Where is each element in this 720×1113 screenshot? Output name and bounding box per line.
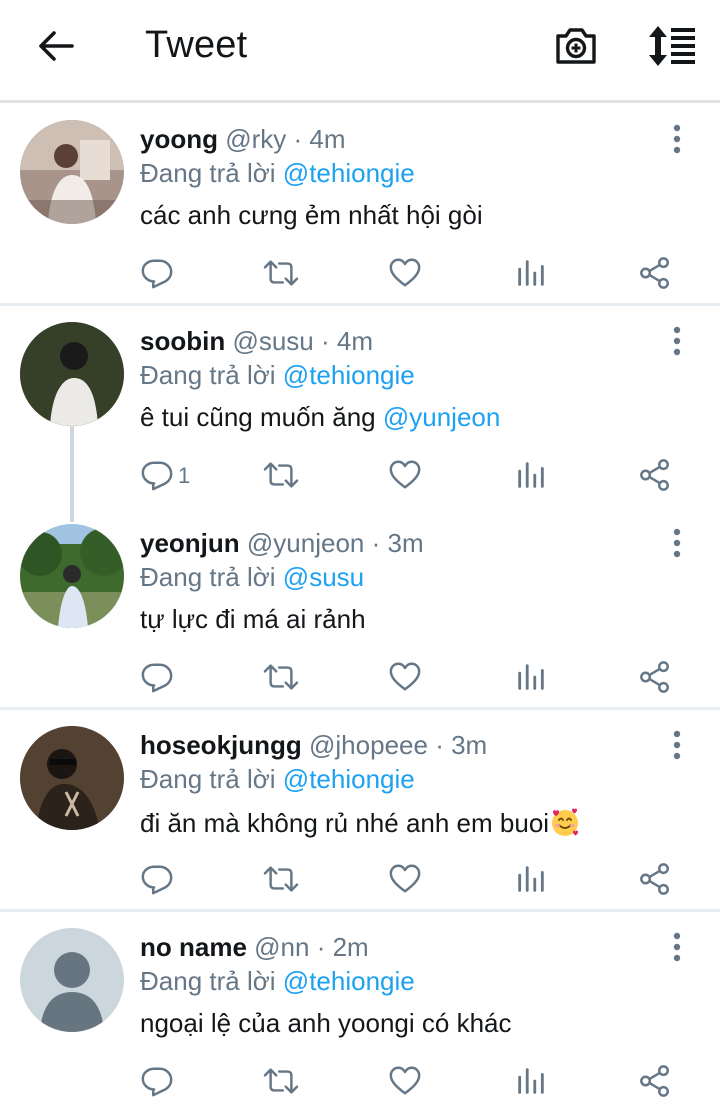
user-handle: @susu xyxy=(232,326,314,356)
display-name[interactable]: hoseokjungg xyxy=(140,730,302,760)
smiling-face-with-hearts-icon xyxy=(552,808,579,836)
share-icon xyxy=(638,1064,672,1098)
tweet-actions xyxy=(0,1060,720,1104)
avatar[interactable] xyxy=(20,524,124,628)
tweet-actions xyxy=(0,656,720,700)
reply-prefix: Đang trả lời xyxy=(140,360,276,390)
user-handle: @nn xyxy=(254,932,310,962)
bar-chart-icon xyxy=(514,458,548,492)
more-options-icon[interactable] xyxy=(666,730,688,760)
reply-icon xyxy=(140,862,174,896)
tweet-item[interactable]: hoseokjungg @jhopeee · 3m Đang trả lời @… xyxy=(0,708,720,910)
tweet-item[interactable]: yeonjun @yunjeon · 3m Đang trả lời @susu… xyxy=(0,506,720,708)
tweet-actions xyxy=(0,858,720,902)
user-handle: @rky xyxy=(225,124,287,154)
timestamp: · 4m xyxy=(293,124,346,154)
retweet-icon xyxy=(262,458,300,492)
tweet-text: ngoại lệ của anh yoongi có khác xyxy=(140,1008,512,1038)
share-icon xyxy=(638,256,672,290)
retweet-icon xyxy=(262,862,300,896)
tweet-text: đi ăn mà không rủ nhé anh em buoi xyxy=(140,808,550,838)
top-bar: Tweet xyxy=(0,0,720,103)
tweet-item[interactable]: no name @nn · 2m Đang trả lời @tehiongie… xyxy=(0,910,720,1113)
reply-prefix: Đang trả lời xyxy=(140,158,276,188)
timestamp: · 4m xyxy=(321,326,374,356)
retweet-icon xyxy=(262,1064,300,1098)
display-name[interactable]: yoong xyxy=(140,124,218,154)
tweet-text: tự lực đi má ai rảnh xyxy=(140,604,366,634)
tweet-actions xyxy=(0,252,720,296)
reply-count: 1 xyxy=(178,463,191,488)
reply-icon xyxy=(140,660,174,694)
arrow-left-icon[interactable] xyxy=(34,24,78,68)
tweet-text: các anh cưng ẻm nhất hội gòi xyxy=(140,200,483,230)
display-name[interactable]: soobin xyxy=(140,326,225,356)
heart-icon xyxy=(388,1064,422,1098)
page-title: Tweet xyxy=(145,24,248,66)
heart-icon xyxy=(388,256,422,290)
reply-mention[interactable]: @tehiongie xyxy=(283,158,415,188)
share-icon xyxy=(638,660,672,694)
heart-icon xyxy=(388,862,422,896)
reply-mention[interactable]: @susu xyxy=(283,562,364,592)
avatar[interactable] xyxy=(20,928,124,1032)
reply-prefix: Đang trả lời xyxy=(140,966,276,996)
tweet-text: ê tui cũng muốn ăng xyxy=(140,402,376,432)
retweet-icon xyxy=(262,660,300,694)
timestamp: · 3m xyxy=(435,730,488,760)
share-icon xyxy=(638,862,672,896)
user-handle: @yunjeon xyxy=(246,528,365,558)
more-options-icon[interactable] xyxy=(666,528,688,558)
reply-prefix: Đang trả lời xyxy=(140,562,276,592)
tweet-actions: 1 xyxy=(0,454,720,498)
heart-icon xyxy=(388,458,422,492)
reply-icon xyxy=(140,256,174,290)
reply-mention[interactable]: @tehiongie xyxy=(283,360,415,390)
more-options-icon[interactable] xyxy=(666,932,688,962)
avatar[interactable] xyxy=(20,726,124,830)
more-options-icon[interactable] xyxy=(666,326,688,356)
bar-chart-icon xyxy=(514,862,548,896)
camera-plus-icon[interactable] xyxy=(552,22,600,70)
bar-chart-icon xyxy=(514,256,548,290)
reply-icon xyxy=(140,458,174,492)
share-icon xyxy=(638,458,672,492)
reply-prefix: Đang trả lời xyxy=(140,764,276,794)
reply-mention[interactable]: @tehiongie xyxy=(283,966,415,996)
sort-list-icon[interactable] xyxy=(645,22,697,70)
bar-chart-icon xyxy=(514,1064,548,1098)
heart-icon xyxy=(388,660,422,694)
more-options-icon[interactable] xyxy=(666,124,688,154)
avatar[interactable] xyxy=(20,322,124,426)
avatar[interactable] xyxy=(20,120,124,224)
display-name[interactable]: yeonjun xyxy=(140,528,240,558)
display-name[interactable]: no name xyxy=(140,932,247,962)
bar-chart-icon xyxy=(514,660,548,694)
retweet-icon xyxy=(262,256,300,290)
user-handle: @jhopeee xyxy=(309,730,428,760)
text-mention[interactable]: @yunjeon xyxy=(383,402,500,432)
timestamp: · 3m xyxy=(371,528,424,558)
reply-mention[interactable]: @tehiongie xyxy=(283,764,415,794)
tweet-item[interactable]: yoong @rky · 4m Đang trả lời @tehiongie … xyxy=(0,102,720,304)
default-avatar-icon xyxy=(20,928,124,1032)
timestamp: · 2m xyxy=(316,932,369,962)
tweet-item[interactable]: soobin @susu · 4m Đang trả lời @tehiongi… xyxy=(0,304,720,506)
reply-icon xyxy=(140,1064,174,1098)
